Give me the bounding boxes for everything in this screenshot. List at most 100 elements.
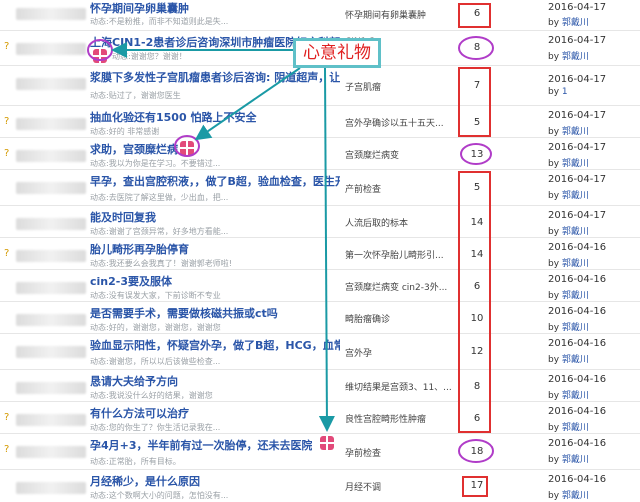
topic-title[interactable]: 胎儿畸形再孕胎停育 [90, 241, 340, 256]
question-icon: ? [4, 148, 10, 159]
topic-title[interactable]: 有什么方法可以治疗 [90, 405, 340, 420]
list-item[interactable]: 恳请大夫给予方向 动态:我说没什么好的结果，谢谢您 维切结果是宫颈3、11、..… [0, 370, 640, 402]
list-item[interactable]: 怀孕期间孕卵巢囊肿 动态:不是粉推，而非不知道则此是失... 怀孕期间有卵巢囊肿… [0, 0, 640, 31]
author-link[interactable]: 郭戴川 [562, 423, 589, 433]
author-link[interactable]: 郭戴川 [562, 355, 589, 365]
blurred-user-name [16, 250, 86, 262]
post-date: 2016-04-17 [548, 174, 607, 185]
author-link[interactable]: 郭戴川 [562, 291, 589, 301]
reply-count: 12 [470, 346, 484, 357]
list-item[interactable]: 浆膜下多发性子宫肌瘤患者诊后咨询: 阴道超声，让做手术 动态:贴过了，谢谢您医生… [0, 66, 640, 106]
callout-text: 心意礼物 [303, 43, 371, 63]
list-item[interactable]: 是否需要手术，需要做核磁共振或ct吗 动态:好的，谢谢您，谢谢您，谢谢您 畸胎瘤… [0, 302, 640, 334]
topic-title[interactable]: 抽血化验还有1500 怕路上不安全 [90, 109, 340, 124]
list-item[interactable]: ? 抽血化验还有1500 怕路上不安全 动态:好的 非常感谢 宫外孕确诊以五十五… [0, 106, 640, 138]
topic-title[interactable]: 早孕，查出宫腔积液，，做了B超，验血检查，医生开了黄体酮... [90, 173, 340, 188]
topic-category[interactable]: 人流后取的标本 [345, 216, 455, 230]
consultation-list: 怀孕期间孕卵巢囊肿 动态:不是粉推，而非不知道则此是失... 怀孕期间有卵巢囊肿… [0, 0, 640, 501]
topic-latest: 动态:我说没什么好的结果，谢谢您 [90, 391, 213, 400]
reply-count: 7 [473, 80, 481, 91]
list-item[interactable]: 能及时回复我 动态:谢谢了宫颈异常，好多地方看能... 人流后取的标本 14 2… [0, 206, 640, 238]
list-item[interactable]: ? 孕4月+3，半年前有过一次胎停，还未去医院检查 问题... 动态:正常胎，所… [0, 434, 640, 470]
topic-category[interactable]: 宫外孕 [345, 346, 455, 360]
author-link[interactable]: 郭戴川 [562, 323, 589, 333]
gift-icon [180, 141, 194, 155]
topic-category[interactable]: 产前检查 [345, 182, 455, 196]
blurred-user-name [16, 118, 86, 130]
topic-latest: 动态:好的 非常感谢 [90, 127, 160, 136]
question-icon: ? [4, 116, 10, 127]
topic-latest: 动态:这个数啊大小的问题，怎怕没有... [90, 491, 229, 500]
topic-latest: 动态:我还要么会我真了！谢谢郭老师啦! [90, 259, 232, 268]
topic-category[interactable]: 子宫肌瘤 [345, 80, 455, 94]
author-link[interactable]: 郭戴川 [562, 127, 589, 137]
topic-title[interactable]: cin2-3要及服体 [90, 273, 340, 288]
blurred-user-name [16, 446, 86, 458]
topic-category[interactable]: 畸胎瘤确诊 [345, 312, 455, 326]
list-item[interactable]: cin2-3要及服体 动态:没有误发大家，下前诊断不专业 宫颈糜烂病变 cin2… [0, 270, 640, 302]
topic-category[interactable]: 宫外孕确诊以五十五天... [345, 116, 455, 130]
post-date: 2016-04-16 [548, 474, 607, 485]
topic-category[interactable]: 宫颈糜烂病变 [345, 148, 455, 162]
reply-count: 6 [473, 8, 481, 19]
topic-latest: 动态:不是粉推，而非不知道则此是失... [90, 17, 229, 26]
author-link[interactable]: 郭戴川 [562, 52, 589, 62]
topic-title[interactable]: 恳请大夫给予方向 [90, 373, 340, 388]
topic-title[interactable]: 浆膜下多发性子宫肌瘤患者诊后咨询: 阴道超声，让做手术 [90, 69, 340, 84]
reply-count: 6 [473, 281, 481, 292]
author-link[interactable]: 郭戴川 [562, 159, 589, 169]
author-link[interactable]: 郭戴川 [562, 455, 589, 465]
blurred-user-name [16, 346, 86, 358]
topic-title[interactable]: 是否需要手术，需要做核磁共振或ct吗 [90, 305, 340, 320]
list-item[interactable]: 月经稀少，是什么原因 动态:这个数啊大小的问题，怎怕没有... 月经不调 17 … [0, 470, 640, 501]
post-date: 2016-04-16 [548, 438, 607, 449]
post-date: 2016-04-17 [548, 2, 607, 13]
topic-latest: 动态:没有误发大家，下前诊断不专业 [90, 291, 221, 300]
blurred-user-name [16, 282, 86, 294]
topic-title[interactable]: 怀孕期间孕卵巢囊肿 [90, 0, 340, 15]
reply-count: 18 [470, 446, 484, 457]
topic-latest: 动态:正常胎，所有目标。 [90, 457, 181, 466]
author-link[interactable]: 郭戴川 [562, 259, 589, 269]
gift-icon [93, 49, 107, 63]
topic-category[interactable]: 怀孕期间有卵巢囊肿 [345, 8, 455, 22]
author-link[interactable]: 郭戴川 [562, 227, 589, 237]
topic-category[interactable]: 维切结果是宫颈3、11、... [345, 380, 455, 394]
post-date: 2016-04-17 [548, 110, 607, 121]
topic-category[interactable]: 月经不调 [345, 480, 455, 494]
topic-title[interactable]: 验血显示阳性，怀疑宫外孕，做了B超，HCG，血常规，尿常规... [90, 337, 340, 352]
blurred-user-name [16, 482, 86, 494]
reply-count: 14 [470, 217, 484, 228]
question-icon: ? [4, 248, 10, 259]
topic-category[interactable]: 第一次怀孕胎儿畸形引... [345, 248, 455, 262]
topic-title[interactable]: 求助，宫颈糜烂病变 [90, 141, 178, 156]
blurred-user-name [16, 182, 86, 194]
author-link[interactable]: 郭戴川 [562, 191, 589, 201]
list-item[interactable]: 验血显示阳性，怀疑宫外孕，做了B超，HCG，血常规，尿常规... 动态:谢谢您，… [0, 334, 640, 370]
author-link[interactable]: 郭戴川 [562, 18, 589, 28]
author-link[interactable]: 1 [562, 87, 568, 97]
blurred-user-name [16, 382, 86, 394]
topic-title[interactable]: 月经稀少，是什么原因 [90, 473, 340, 488]
reply-count: 8 [473, 381, 481, 392]
post-date: 2016-04-16 [548, 338, 607, 349]
list-item[interactable]: ? 求助，宫颈糜烂病变 动态:我以为你是在学习。不要错过... 宫颈糜烂病变 1… [0, 138, 640, 170]
topic-title[interactable]: 孕4月+3，半年前有过一次胎停，还未去医院检查 问题... [90, 437, 312, 452]
post-author: by 郭戴川 [548, 423, 589, 433]
post-date: 2016-04-17 [548, 74, 607, 85]
topic-category[interactable]: 良性宫腔畸形性肿瘤 [345, 412, 455, 426]
topic-category[interactable]: 孕前检查 [345, 446, 455, 460]
post-author: by 郭戴川 [548, 191, 589, 201]
author-link[interactable]: 郭戴川 [562, 391, 589, 401]
post-author: by 1 [548, 87, 568, 97]
author-link[interactable]: 郭戴川 [562, 491, 589, 501]
reply-count: 5 [473, 117, 481, 128]
topic-latest: 动态:谢谢您，所以以后该做些检查... [90, 357, 221, 366]
topic-category[interactable]: 宫颈糜烂病变 cin2-3外... [345, 280, 455, 294]
list-item[interactable]: ? 胎儿畸形再孕胎停育 动态:我还要么会我真了！谢谢郭老师啦! 第一次怀孕胎儿畸… [0, 238, 640, 270]
list-item[interactable]: ? 有什么方法可以治疗 动态:您的你生了？你生活记录我在... 良性宫腔畸形性肿… [0, 402, 640, 434]
list-item[interactable]: 早孕，查出宫腔积液，，做了B超，验血检查，医生开了黄体酮... 动态:去医院了解… [0, 170, 640, 206]
topic-title[interactable]: 能及时回复我 [90, 209, 340, 224]
post-date: 2016-04-16 [548, 306, 607, 317]
post-date: 2016-04-16 [548, 406, 607, 417]
